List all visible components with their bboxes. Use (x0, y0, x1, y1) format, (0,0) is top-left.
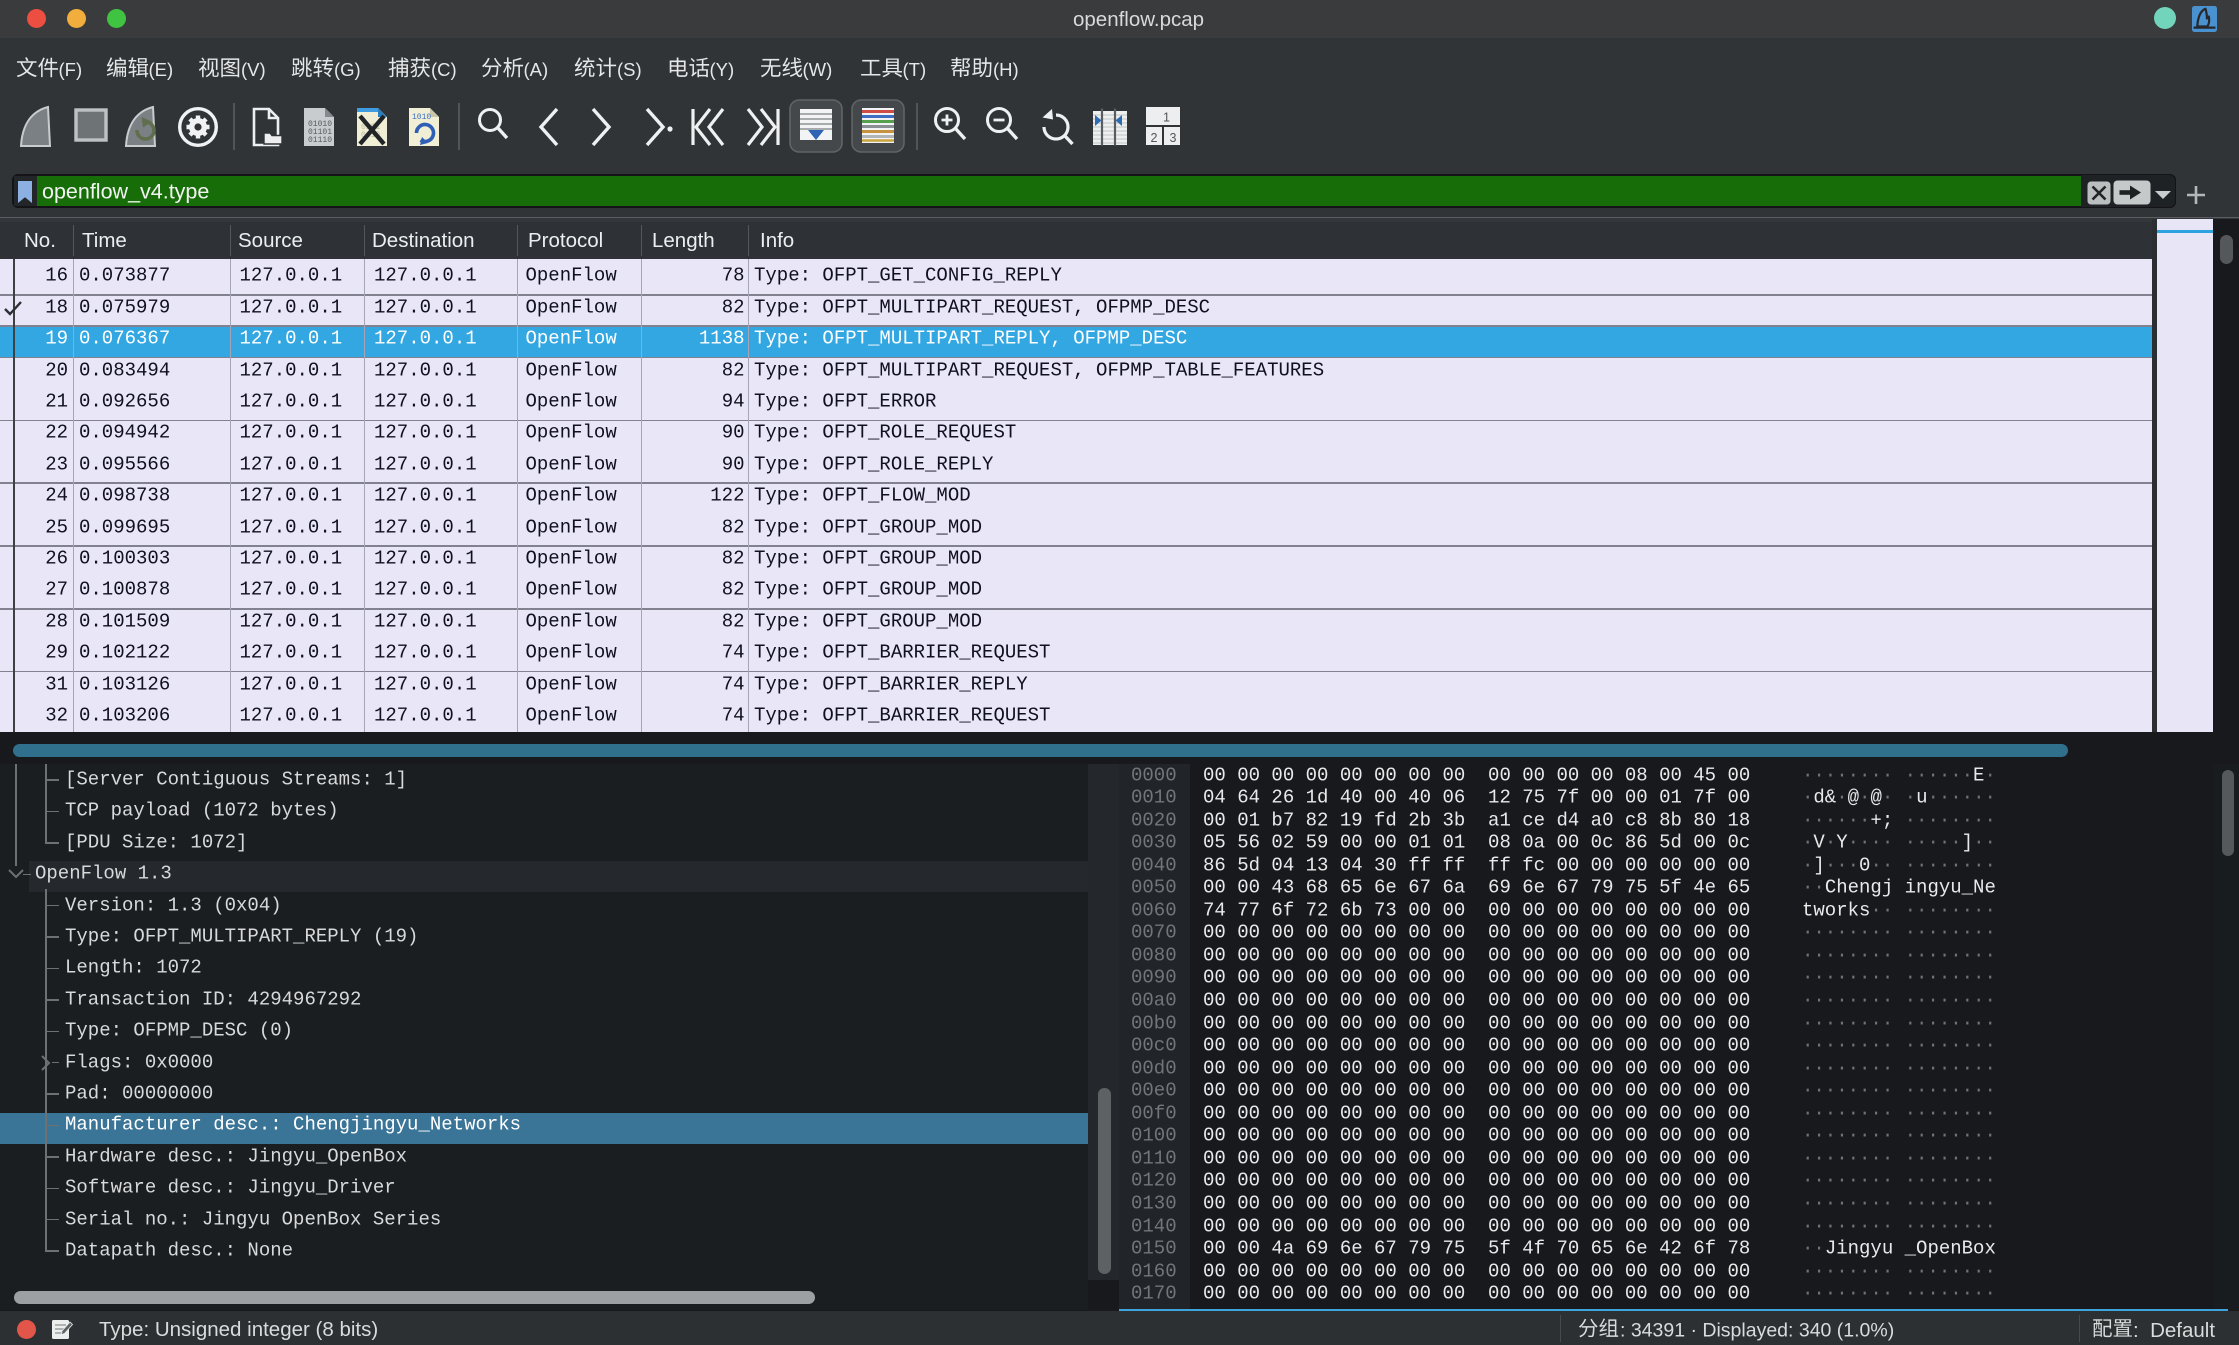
svg-text:1010: 1010 (412, 113, 431, 122)
svg-text:2: 2 (1151, 131, 1158, 145)
svg-text:3: 3 (1170, 131, 1177, 145)
svg-text:1: 1 (1163, 111, 1170, 125)
svg-text:01110: 01110 (308, 136, 332, 145)
